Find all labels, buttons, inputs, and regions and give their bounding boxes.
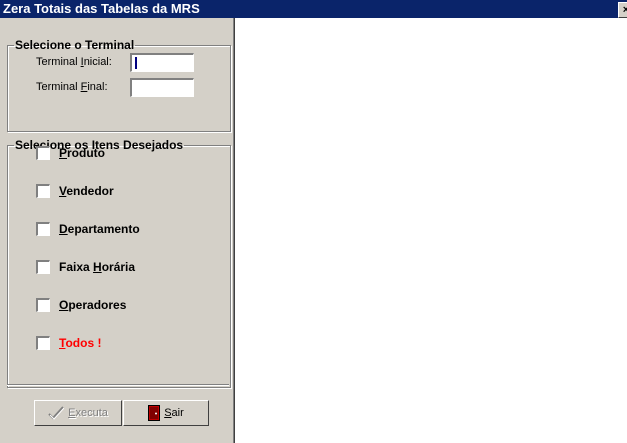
checkbox-vendedor[interactable]: Vendedor bbox=[36, 183, 114, 199]
label-text-post: orária bbox=[101, 260, 136, 274]
left-panel: Selecione o Terminal Terminal Inicial: T… bbox=[0, 18, 234, 443]
window-title: Zera Totais das Tabelas da MRS bbox=[3, 1, 200, 16]
divider bbox=[7, 384, 229, 386]
label-text-pre: Terminal bbox=[36, 81, 81, 93]
checkbox-label: Vendedor bbox=[59, 184, 114, 198]
checkbox-todos[interactable]: Todos ! bbox=[36, 335, 101, 351]
execute-label: Executa bbox=[68, 407, 108, 419]
text-caret bbox=[135, 57, 137, 69]
checkbox-label: Todos ! bbox=[59, 336, 101, 350]
terminal-group-legend: Selecione o Terminal bbox=[15, 38, 135, 52]
exit-label: Sair bbox=[164, 407, 184, 419]
label-text-post: odos ! bbox=[65, 336, 102, 350]
checkbox-label: Faixa Horária bbox=[59, 260, 135, 274]
label-accelerator: S bbox=[164, 407, 172, 419]
label-text-post: nicial: bbox=[83, 56, 112, 68]
checkbox-box[interactable] bbox=[36, 336, 50, 350]
checkmark-icon bbox=[48, 406, 65, 420]
checkbox-label: Operadores bbox=[59, 298, 126, 312]
exit-button[interactable]: Sair bbox=[123, 400, 209, 426]
label-text-post: air bbox=[171, 407, 184, 419]
checkbox-operadores[interactable]: Operadores bbox=[36, 297, 126, 313]
checkbox-label: Produto bbox=[59, 146, 105, 160]
label-accelerator: O bbox=[59, 298, 69, 312]
terminal-final-input[interactable] bbox=[130, 78, 194, 97]
label-text-post: endedor bbox=[66, 184, 114, 198]
close-button[interactable]: × bbox=[618, 2, 627, 18]
checkbox-box[interactable] bbox=[36, 222, 50, 236]
terminal-initial-input[interactable] bbox=[130, 53, 194, 72]
checkbox-box[interactable] bbox=[36, 184, 50, 198]
checkbox-box[interactable] bbox=[36, 298, 50, 312]
label-text-post: inal: bbox=[87, 81, 108, 93]
label-accelerator: P bbox=[59, 146, 68, 160]
door-exit-icon bbox=[148, 405, 161, 421]
checkbox-label: Departamento bbox=[59, 222, 140, 236]
label-text-pre: Faixa bbox=[59, 260, 94, 274]
checkbox-faixa-horaria[interactable]: Faixa Horária bbox=[36, 259, 135, 275]
label-text-post: epartamento bbox=[67, 222, 140, 236]
terminal-initial-label: Terminal Inicial: bbox=[36, 56, 112, 68]
label-text-post: roduto bbox=[67, 146, 106, 160]
checkbox-produto[interactable]: Produto bbox=[36, 145, 105, 161]
label-accelerator: D bbox=[59, 222, 68, 236]
label-text-post: xecuta bbox=[75, 407, 108, 419]
label-accelerator: H bbox=[93, 260, 102, 274]
checkbox-box[interactable] bbox=[36, 260, 50, 274]
label-text-pre: Terminal bbox=[36, 56, 81, 68]
execute-button[interactable]: Executa bbox=[34, 400, 122, 426]
content-area bbox=[234, 18, 627, 443]
checkbox-box[interactable] bbox=[36, 146, 50, 160]
title-bar: Zera Totais das Tabelas da MRS × bbox=[0, 0, 627, 18]
terminal-final-label: Terminal Final: bbox=[36, 81, 108, 93]
label-text-post: peradores bbox=[68, 298, 127, 312]
checkbox-departamento[interactable]: Departamento bbox=[36, 221, 140, 237]
